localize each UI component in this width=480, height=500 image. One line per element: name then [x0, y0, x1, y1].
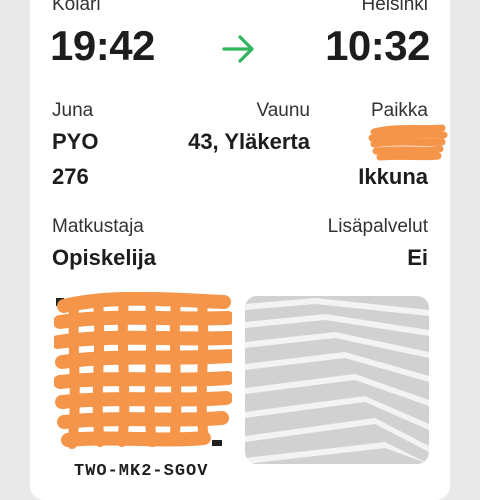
seat-type: Ikkuna	[358, 164, 428, 189]
ticket-code: TWO-MK2-SGOV	[74, 462, 209, 481]
seat-label: Paikka	[370, 100, 428, 121]
seat-number-redaction	[368, 124, 448, 161]
car-value: 43, Yläkerta	[188, 129, 310, 154]
pattern-panel	[245, 296, 429, 464]
traveler-value: Opiskelija	[52, 245, 156, 270]
extras-label: Lisäpalvelut	[327, 216, 428, 237]
train-type: PYO	[52, 129, 99, 154]
destination-station: Helsinki	[361, 0, 428, 15]
arrow-right-icon	[222, 35, 254, 63]
qr-code	[54, 292, 232, 452]
extras-value: Ei	[407, 245, 428, 270]
car-label: Vaunu	[256, 100, 310, 121]
qr-code-redaction	[54, 292, 232, 449]
origin-station: Kolari	[52, 0, 101, 15]
arrival-time: 10:32	[325, 22, 430, 69]
traveler-label: Matkustaja	[52, 216, 144, 237]
train-number: 276	[52, 164, 89, 189]
train-label: Juna	[52, 100, 94, 121]
departure-time: 19:42	[50, 22, 155, 69]
